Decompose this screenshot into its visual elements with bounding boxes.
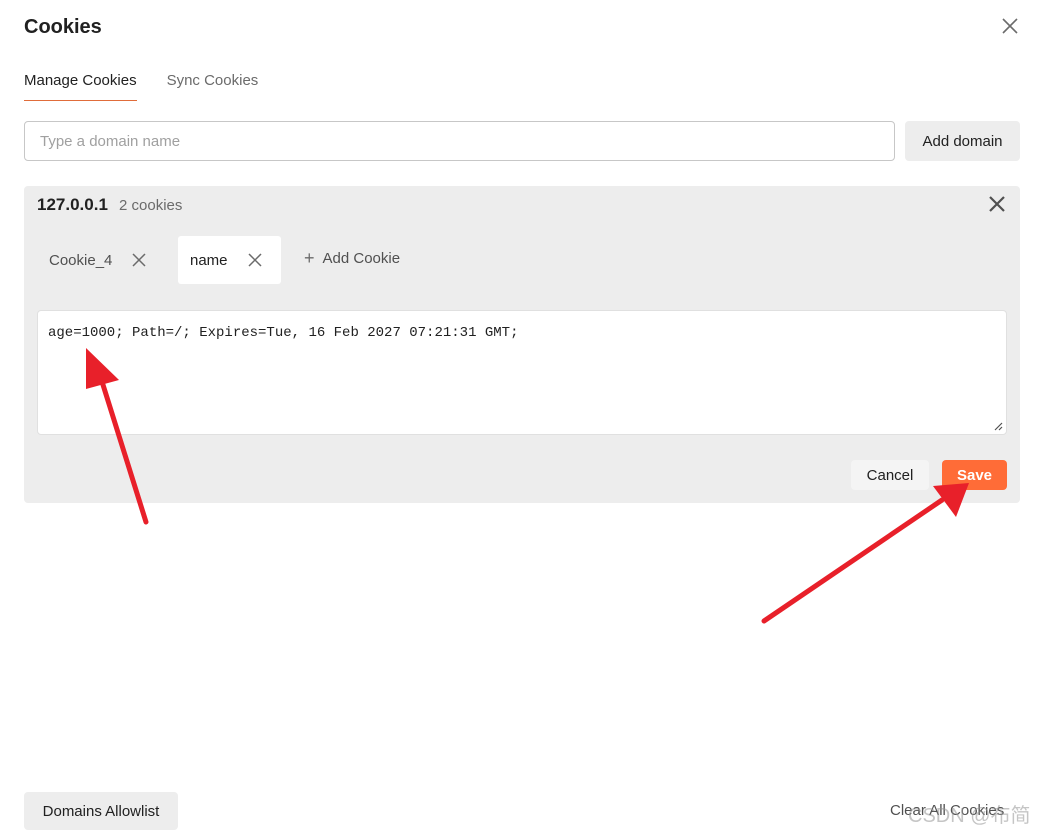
tab-sync-cookies[interactable]: Sync Cookies (167, 70, 259, 101)
save-button[interactable]: Save (942, 460, 1007, 490)
cookie-chip-label: name (190, 251, 228, 269)
cookie-tabs: Manage Cookies Sync Cookies (24, 70, 288, 102)
domain-input[interactable] (24, 121, 895, 161)
domains-allowlist-button[interactable]: Domains Allowlist (24, 792, 178, 830)
resize-grip-icon[interactable] (993, 421, 1003, 431)
domain-panel: 127.0.0.1 2 cookies Cookie_4 name + Add … (24, 186, 1020, 503)
domain-name: 127.0.0.1 (37, 195, 108, 214)
add-cookie-button[interactable]: + Add Cookie (304, 248, 400, 269)
tab-manage-cookies[interactable]: Manage Cookies (24, 70, 137, 101)
annotation-arrow-save (761, 483, 969, 624)
cookie-chip-name[interactable]: name (178, 236, 281, 284)
close-icon (132, 253, 146, 267)
cancel-button[interactable]: Cancel (851, 460, 929, 490)
delete-cookie-button[interactable] (246, 251, 264, 269)
remove-domain-button[interactable] (986, 193, 1008, 215)
cookie-chip-cookie-4[interactable]: Cookie_4 (37, 236, 160, 284)
dialog-title: Cookies (24, 16, 102, 38)
close-icon (248, 253, 262, 267)
cookie-count: 2 cookies (119, 197, 183, 214)
close-icon (989, 196, 1005, 212)
delete-cookie-button[interactable] (130, 251, 148, 269)
plus-icon: + (304, 248, 315, 268)
add-domain-button[interactable]: Add domain (905, 121, 1020, 161)
close-icon (1002, 18, 1018, 34)
cookie-value-editor[interactable]: age=1000; Path=/; Expires=Tue, 16 Feb 20… (37, 310, 1007, 435)
close-dialog-button[interactable] (998, 14, 1022, 38)
watermark: CSDN @布简特 (908, 805, 1031, 827)
add-cookie-label: Add Cookie (322, 250, 401, 267)
cookie-chip-label: Cookie_4 (49, 251, 113, 269)
